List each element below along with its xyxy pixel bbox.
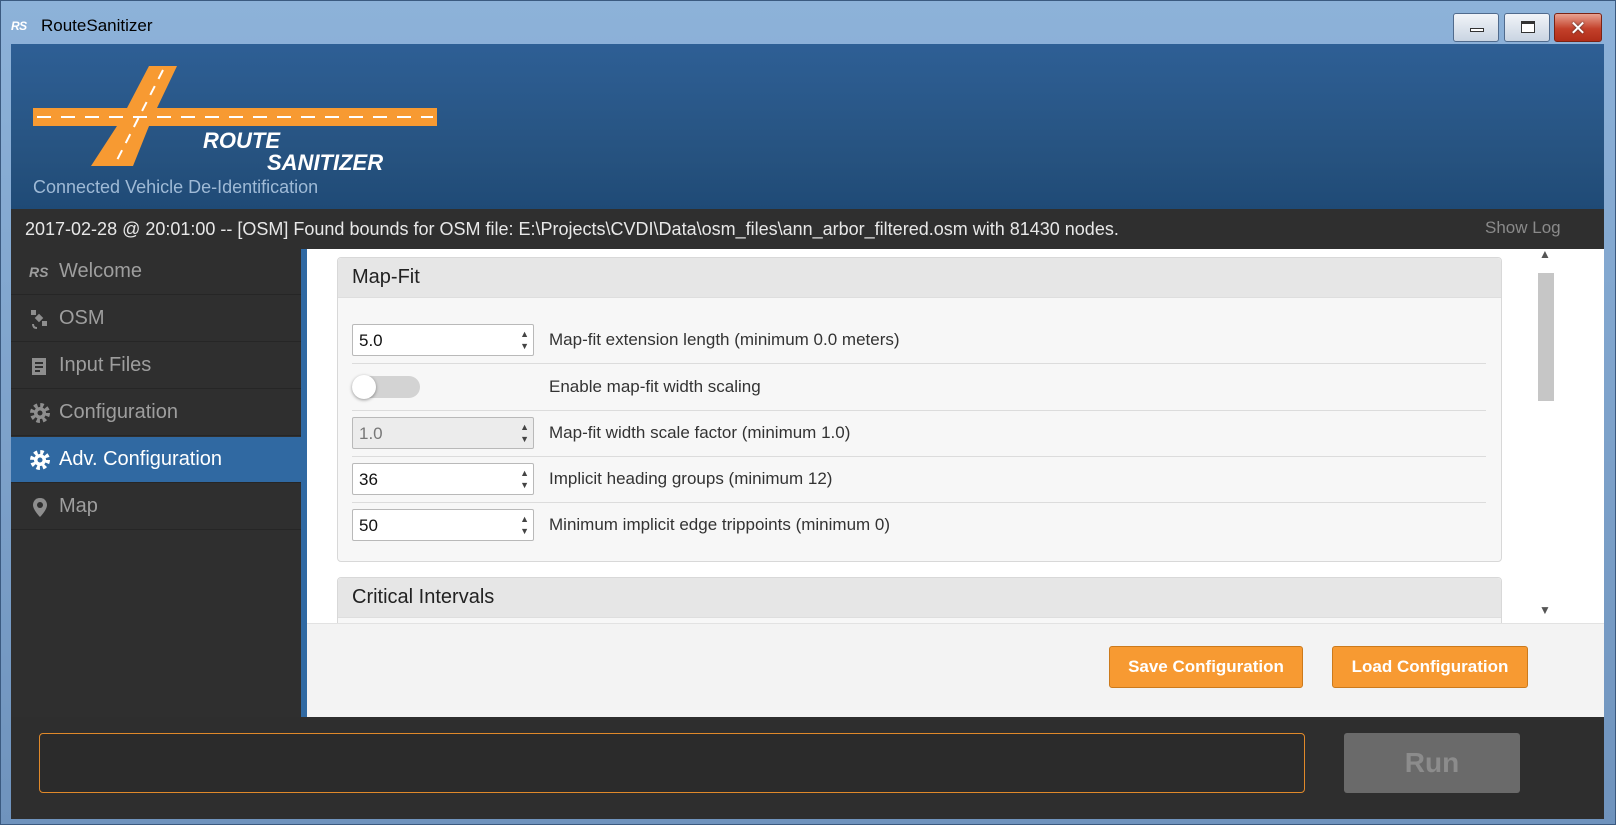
title-bar[interactable]: RS RouteSanitizer ✕ (0, 0, 1616, 44)
status-bar: 2017-02-28 @ 20:01:00 -- [OSM] Found bou… (11, 209, 1604, 249)
sidebar-item-welcome[interactable]: RS Welcome (11, 249, 305, 295)
client-area: ROUTE SANITIZER Connected Vehicle De-Ide… (11, 44, 1604, 819)
extension-length-label: Map-fit extension length (minimum 0.0 me… (549, 330, 900, 349)
scroll-down-icon[interactable]: ▼ (1539, 603, 1551, 617)
stepper-down-icon[interactable]: ▼ (520, 481, 529, 490)
stepper-value: 50 (359, 516, 378, 535)
gear-icon (30, 450, 50, 470)
sidebar-item-configuration[interactable]: Configuration (11, 390, 305, 436)
sidebar-item-label: OSM (59, 307, 105, 329)
edge-trippoints-stepper[interactable]: 50 ▲ ▼ (352, 509, 534, 541)
mapfit-extension-row: 5.0 ▲ ▼ Map-fit extension length (minimu… (352, 318, 1486, 364)
close-button[interactable]: ✕ (1554, 13, 1602, 42)
mapfit-scale-factor-row: 1.0 ▲ ▼ Map-fit width scale factor (mini… (352, 411, 1486, 457)
app-window: RS RouteSanitizer ✕ ROUTE SANITIZER Conn… (0, 0, 1616, 825)
mapfit-card-title: Map-Fit (338, 258, 1501, 298)
heading-groups-stepper[interactable]: 36 ▲ ▼ (352, 463, 534, 495)
sidebar-item-label: Map (59, 495, 98, 517)
sidebar-item-label: Input Files (59, 354, 152, 376)
width-scaling-toggle[interactable] (352, 375, 420, 399)
files-icon (32, 358, 46, 375)
app-subtitle: Connected Vehicle De-Identification (33, 177, 319, 197)
sidebar-item-label: Welcome (59, 260, 142, 282)
close-icon: ✕ (1569, 16, 1587, 40)
run-button[interactable]: Run (1344, 733, 1520, 793)
heading-groups-label: Implicit heading groups (minimum 12) (549, 469, 833, 488)
stepper-down-icon[interactable]: ▼ (520, 527, 529, 536)
maximize-icon (1521, 21, 1535, 33)
sidebar-item-input-files[interactable]: Input Files (11, 343, 305, 389)
sidebar-item-map[interactable]: Map (11, 484, 305, 530)
show-log-link[interactable]: Show Log (1485, 218, 1561, 238)
minimize-button[interactable] (1453, 13, 1499, 42)
stepper-up-icon[interactable]: ▲ (520, 515, 529, 524)
command-input[interactable] (39, 733, 1305, 793)
width-scaling-label: Enable map-fit width scaling (549, 377, 761, 396)
edge-trippoints-row: 50 ▲ ▼ Minimum implicit edge trippoints … (352, 503, 1486, 549)
stepper-down-icon[interactable]: ▼ (520, 435, 529, 444)
stepper-value: 5.0 (359, 331, 383, 350)
satellite-icon (31, 310, 47, 329)
sidebar-item-osm[interactable]: OSM (11, 296, 305, 342)
gear-icon (30, 403, 50, 423)
extension-length-stepper[interactable]: 5.0 ▲ ▼ (352, 324, 534, 356)
window-title: RouteSanitizer (41, 16, 153, 35)
content-scrollbar[interactable]: ▲ ▼ (1536, 249, 1555, 623)
main-content: Map-Fit 5.0 ▲ ▼ Map-fit extension length… (307, 249, 1604, 717)
toggle-knob (352, 375, 376, 399)
stepper-value: 1.0 (359, 424, 383, 443)
content-footer: Save Configuration Load Configuration (307, 623, 1604, 717)
logo-line-sanitizer: SANITIZER (267, 150, 383, 175)
scale-factor-label: Map-fit width scale factor (minimum 1.0) (549, 423, 851, 442)
minimize-icon (1470, 28, 1484, 32)
sidebar-item-label: Configuration (59, 401, 178, 423)
scroll-thumb[interactable] (1538, 273, 1554, 401)
sidebar-item-label: Adv. Configuration (59, 448, 223, 470)
save-configuration-button[interactable]: Save Configuration (1109, 646, 1303, 688)
app-header: ROUTE SANITIZER Connected Vehicle De-Ide… (11, 44, 1604, 209)
stepper-down-icon[interactable]: ▼ (520, 342, 529, 351)
stepper-up-icon[interactable]: ▲ (520, 423, 529, 432)
sidebar-item-adv-configuration[interactable]: Adv. Configuration (11, 437, 305, 483)
heading-groups-row: 36 ▲ ▼ Implicit heading groups (minimum … (352, 457, 1486, 503)
stepper-up-icon[interactable]: ▲ (520, 330, 529, 339)
stepper-up-icon[interactable]: ▲ (520, 469, 529, 478)
sidebar: RS Welcome OSM Input Files Configuration… (11, 249, 311, 717)
load-configuration-button[interactable]: Load Configuration (1332, 646, 1528, 688)
stepper-value: 36 (359, 470, 378, 489)
critical-intervals-title: Critical Intervals (338, 578, 1501, 618)
map-marker-icon (33, 498, 47, 517)
scale-factor-stepper[interactable]: 1.0 ▲ ▼ (352, 417, 534, 449)
mapfit-width-scaling-row: Enable map-fit width scaling (352, 365, 1486, 411)
status-message: 2017-02-28 @ 20:01:00 -- [OSM] Found bou… (25, 219, 1119, 239)
bottom-bar: Run (11, 717, 1604, 819)
edge-trippoints-label: Minimum implicit edge trippoints (minimu… (549, 515, 891, 534)
rs-icon: RS (29, 264, 49, 280)
scroll-up-icon[interactable]: ▲ (1539, 249, 1551, 261)
app-icon: RS (11, 19, 27, 33)
maximize-button[interactable] (1504, 13, 1550, 42)
mapfit-card: Map-Fit 5.0 ▲ ▼ Map-fit extension length… (337, 257, 1502, 562)
